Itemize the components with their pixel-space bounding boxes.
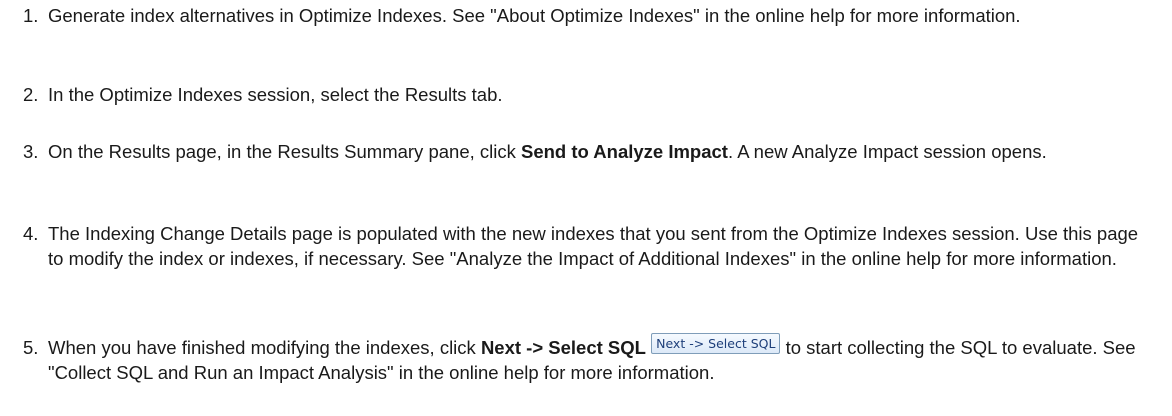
step-bold-command: Send to Analyze Impact	[521, 141, 728, 162]
step-number: 2.	[23, 84, 39, 105]
step-text-before: On the Results page, in the Results Summ…	[48, 141, 521, 162]
step-item: 1. Generate index alternatives in Optimi…	[0, 3, 1172, 28]
step-text-after: . A new Analyze Impact session opens.	[727, 141, 1047, 162]
step-number: 3.	[23, 141, 39, 162]
step-number: 1.	[23, 5, 39, 26]
step-bold-command: Next -> Select SQL	[480, 337, 646, 358]
step-number: 4.	[23, 223, 39, 244]
step-text: The Indexing Change Details page is popu…	[48, 223, 1139, 269]
step-item: 2. In the Optimize Indexes session, sele…	[0, 82, 1172, 107]
step-item: 3. On the Results page, in the Results S…	[0, 139, 1172, 164]
step-number: 5.	[23, 337, 39, 358]
step-item: 5. When you have finished modifying the …	[0, 333, 1172, 385]
next-select-sql-button-image: Next -> Select SQL	[651, 333, 781, 354]
step-text: In the Optimize Indexes session, select …	[48, 84, 503, 105]
step-text-before: When you have finished modifying the ind…	[48, 337, 481, 358]
step-item: 4. The Indexing Change Details page is p…	[0, 221, 1172, 271]
step-text: Generate index alternatives in Optimize …	[48, 5, 1021, 26]
